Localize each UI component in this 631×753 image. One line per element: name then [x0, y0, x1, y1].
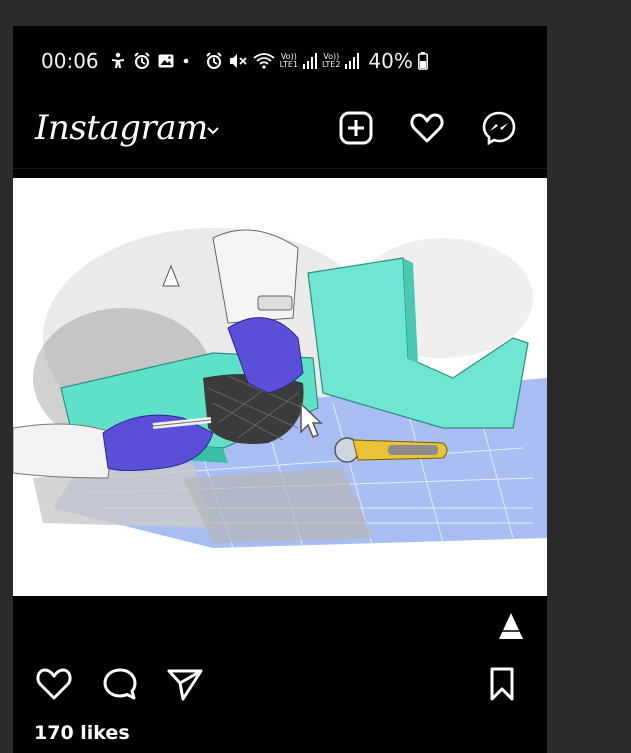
signal-icon: [303, 53, 318, 69]
wifi-icon: [253, 53, 275, 69]
bookmark-icon[interactable]: [487, 666, 517, 702]
add-post-icon[interactable]: [338, 110, 374, 146]
lte1-indicator: Vo)) LTE1: [279, 52, 299, 69]
alarm-icon: [205, 52, 222, 69]
alarm-icon: [133, 52, 150, 69]
status-system-icons: Vo)) LTE1 Vo)) LTE2 40%: [205, 49, 428, 73]
post-actions: [13, 666, 547, 710]
gallery-icon: [158, 54, 174, 68]
likes-count[interactable]: 170 likes: [34, 722, 130, 744]
dot-icon: [183, 58, 188, 64]
header-divider: [13, 168, 547, 169]
chevron-down-icon[interactable]: [206, 126, 220, 136]
image-footer: [13, 596, 547, 656]
heart-icon[interactable]: [409, 110, 445, 146]
mute-icon: [229, 54, 247, 68]
share-icon[interactable]: [166, 666, 204, 702]
comment-icon[interactable]: [101, 666, 139, 702]
warning-triangle-icon[interactable]: [496, 611, 526, 641]
status-bar: 00:06 Vo)) LTE1 Vo)) LTE2 40%: [13, 26, 547, 96]
post-image[interactable]: [13, 178, 547, 596]
battery-icon: [417, 52, 428, 70]
messenger-icon[interactable]: [481, 110, 517, 146]
like-icon[interactable]: [35, 666, 73, 702]
lte2-indicator: Vo)) LTE2: [322, 52, 341, 69]
instagram-logo[interactable]: Instagram: [35, 108, 208, 148]
battery-percent: 40%: [368, 49, 413, 73]
status-time: 00:06: [41, 49, 99, 73]
accessibility-icon: [111, 52, 124, 68]
status-notification-icons: [109, 52, 191, 70]
mouse-cursor-icon: [300, 402, 323, 438]
signal-icon: [345, 53, 360, 69]
app-header: Instagram: [13, 96, 547, 168]
phone-screen: 00:06 Vo)) LTE1 Vo)) LTE2 40% Instagram …: [13, 26, 547, 753]
